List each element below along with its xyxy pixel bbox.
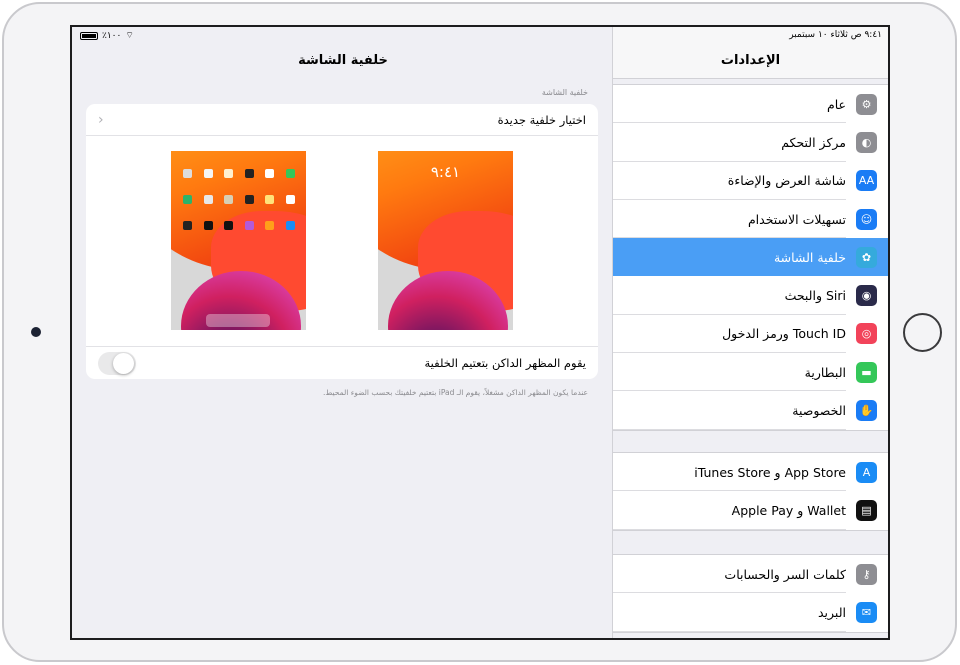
- app-icon: [224, 169, 233, 178]
- status-bar: ٩:٤١ ص ثلاثاء ١٠ سبتمبر ٪١٠٠ ⌔: [72, 27, 888, 45]
- app-icon: [265, 221, 274, 230]
- choose-label: اختيار خلفية جديدة: [497, 112, 586, 127]
- chevron-left-icon: ‹: [98, 111, 104, 128]
- sidebar-item-label: شاشة العرض والإضاءة: [727, 173, 846, 189]
- wallpaper-icon: ✿: [856, 246, 877, 268]
- sidebar-item[interactable]: ⚙ عام: [613, 85, 888, 124]
- wifi-icon: ⌔: [125, 31, 134, 41]
- home-button[interactable]: [903, 313, 942, 352]
- sidebar-item-label: تسهيلات الاستخدام: [747, 211, 846, 227]
- app-icon: [203, 169, 213, 178]
- app-icon: [224, 195, 233, 204]
- app-icon: [285, 195, 295, 204]
- app-icon: [244, 169, 254, 178]
- dark-dims-row: يقوم المظهر الداكن بتعتيم الخلفية: [86, 346, 598, 379]
- sidebar-item[interactable]: ◎ Touch ID ورمز الدخول: [613, 315, 888, 354]
- sidebar-item[interactable]: ✉ البريد: [613, 593, 888, 632]
- date: ثلاثاء ١٠ سبتمبر: [789, 30, 848, 40]
- app-icon: [183, 169, 192, 178]
- battery-percent: ٪١٠٠: [102, 30, 122, 41]
- sidebar-item[interactable]: ▬ البطارية: [613, 353, 888, 392]
- settings-group: ⚷ كلمات السر والحسابات ✉ البريد: [613, 554, 888, 633]
- time: ٩:٤١ ص: [850, 30, 882, 40]
- sidebar-item[interactable]: AA شاشة العرض والإضاءة: [613, 162, 888, 200]
- wallpaper-card: اختيار خلفية جديدة ‹ ٩:٤١ يقوم المظهر ال…: [86, 104, 598, 379]
- settings-group: A App Store و iTunes Store ▤ Wallet و Apple…: [613, 452, 888, 531]
- footer-note: عندما يكون المظهر الداكن مشغلاً، يقوم ال…: [323, 388, 588, 397]
- home-screen-preview[interactable]: [171, 151, 306, 330]
- dark-dims-toggle[interactable]: [98, 351, 136, 375]
- fingerprint-icon: ◎: [856, 323, 877, 345]
- hand-icon: ✋: [856, 400, 877, 422]
- sidebar-item[interactable]: ☺ تسهيلات الاستخدام: [613, 200, 888, 239]
- screen: الإعدادات ⚙ عام ◐ مركز التحكم AA شاشة العرض و…: [70, 25, 890, 640]
- sidebar-item[interactable]: ⚷ كلمات السر والحسابات: [613, 555, 888, 594]
- app-icon: [265, 169, 274, 178]
- sidebar-item-label: خلفية الشاشة: [773, 249, 846, 265]
- dock: [206, 314, 270, 327]
- sidebar-item-label: الخصوصية: [792, 403, 846, 419]
- siri-icon: ◉: [856, 285, 877, 307]
- wallet-icon: ▤: [856, 499, 877, 521]
- mail-icon: ✉: [856, 601, 877, 623]
- sidebar-title: الإعدادات: [720, 53, 781, 68]
- sidebar-item[interactable]: ✿ خلفية الشاشة: [613, 238, 888, 277]
- app-icon: [203, 195, 213, 204]
- choose-new-wallpaper[interactable]: اختيار خلفية جديدة ‹: [86, 104, 598, 136]
- settings-group: ⚙ عام ◐ مركز التحكم AA شاشة العرض والإضاءة ☺ تس…: [613, 84, 888, 431]
- gear-icon: ⚙: [856, 93, 877, 115]
- sidebar-item-label: مركز التحكم: [781, 134, 846, 150]
- dark-dims-label: يقوم المظهر الداكن بتعتيم الخلفية: [424, 356, 586, 370]
- sidebar-item-label: كلمات السر والحسابات: [724, 566, 846, 582]
- front-camera: [31, 327, 41, 337]
- app-icon: [244, 221, 254, 230]
- sidebar-item[interactable]: A App Store و iTunes Store: [613, 453, 888, 492]
- page-title: خلفية الشاشة: [298, 53, 388, 68]
- display-brightness-icon: AA: [856, 170, 877, 192]
- sidebar-item[interactable]: ▤ Wallet و Apple Pay: [613, 491, 888, 530]
- sidebar-item[interactable]: ◉ Siri والبحث: [613, 276, 888, 315]
- wallpaper-pane: خلفية الشاشة خلفية الشاشة اختيار خلفية ج…: [72, 27, 614, 638]
- sidebar-item-label: App Store و iTunes Store: [694, 464, 846, 480]
- status-time: ٩:٤١ ص ثلاثاء ١٠ سبتمبر: [789, 30, 882, 40]
- sidebar-item[interactable]: ◐ مركز التحكم: [613, 123, 888, 162]
- sidebar-item-label: البطارية: [804, 364, 846, 380]
- app-icon: [183, 221, 192, 230]
- app-icon: [203, 221, 213, 230]
- app-icon: [285, 221, 295, 230]
- battery-icon: [80, 31, 98, 40]
- sidebar-item-label: البريد: [818, 604, 846, 620]
- sidebar-item-label: Wallet و Apple Pay: [731, 502, 846, 518]
- lock-time: ٩:٤١: [430, 163, 461, 181]
- sidebar-item-label: Touch ID ورمز الدخول: [722, 326, 846, 342]
- app-icon: [285, 169, 295, 178]
- battery-icon: ▬: [856, 361, 877, 383]
- sidebar-item-label: Siri والبحث: [784, 288, 846, 304]
- accessibility-icon: ☺: [856, 208, 877, 230]
- settings-sidebar: الإعدادات ⚙ عام ◐ مركز التحكم AA شاشة العرض و…: [612, 27, 888, 638]
- app-icon: [183, 195, 192, 204]
- app-icon: [244, 195, 254, 204]
- lock-screen-preview[interactable]: ٩:٤١: [378, 151, 513, 330]
- key-icon: ⚷: [856, 563, 877, 585]
- control-center-icon: ◐: [856, 131, 877, 153]
- app-icon: [224, 221, 233, 230]
- sidebar-item[interactable]: ✋ الخصوصية: [613, 391, 888, 430]
- status-right: ٪١٠٠ ⌔: [80, 30, 134, 41]
- app-store-icon: A: [856, 461, 877, 483]
- section-label: خلفية الشاشة: [541, 88, 588, 97]
- app-icon: [265, 195, 274, 204]
- sidebar-item-label: عام: [826, 96, 846, 112]
